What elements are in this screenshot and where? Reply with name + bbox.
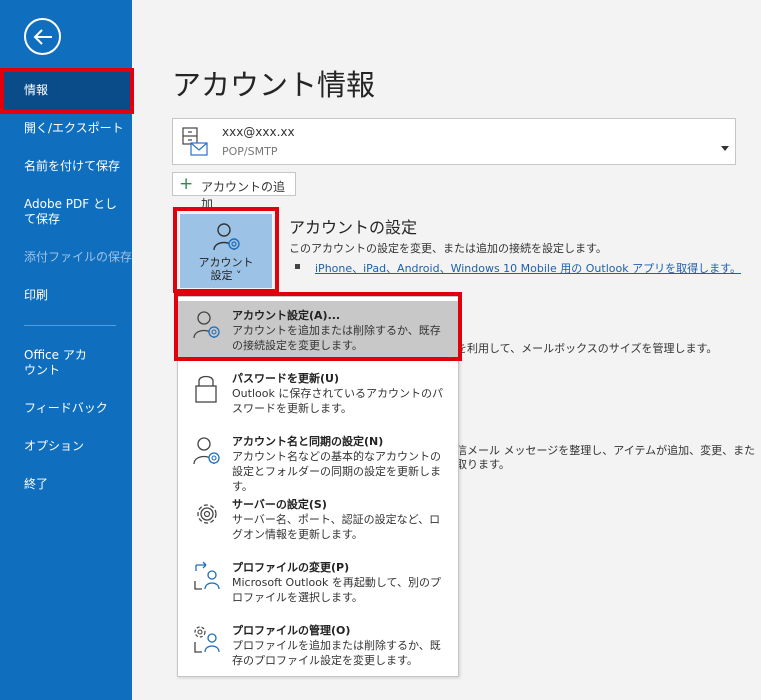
plus-icon: +: [179, 174, 194, 194]
nav-open-export[interactable]: 開く/エクスポート: [0, 121, 132, 136]
sidebar-divider: [24, 325, 116, 326]
menu-item-manage-profiles[interactable]: プロファイルの管理(O) プロファイルを追加または削除するか、既存のプロファイル…: [178, 616, 458, 676]
nav-exit[interactable]: 終了: [0, 477, 132, 492]
nav-office-account[interactable]: Office アカウント: [0, 348, 90, 378]
settings-tile-highlight: [173, 207, 279, 293]
menu-item-desc: サーバー名、ポート、認証の設定など、ログオン情報を更新します。: [232, 513, 441, 541]
add-account-button[interactable]: + アカウントの追加: [172, 172, 296, 211]
rules-text-2: 取ります。: [456, 458, 510, 471]
menu-item-desc: Microsoft Outlook を再起動して、別のプロファイルを選択します。: [232, 576, 442, 604]
account-selector[interactable]: xxx@xxx.xx POP/SMTP: [172, 118, 736, 165]
mail-account-icon: [181, 127, 209, 161]
menu-item-title: プロファイルの変更(P): [232, 561, 350, 574]
menu-item-change-profile[interactable]: プロファイルの変更(P) Microsoft Outlook を再起動して、別の…: [178, 553, 458, 613]
nav-save-attachments: 添付ファイルの保存: [24, 250, 133, 264]
section-title: アカウントの設定: [289, 218, 418, 237]
nav-adobe-pdf[interactable]: Adobe PDF として保存: [0, 197, 126, 227]
rules-text-1: 信メール メッセージを整理し、アイテムが追加、変更、また: [456, 444, 756, 457]
profile-manage-icon: [192, 624, 222, 660]
menu-item-server-settings[interactable]: サーバーの設定(S) サーバー名、ポート、認証の設定など、ログオン情報を更新しま…: [178, 490, 458, 550]
nav-save-as[interactable]: 名前を付けて保存: [0, 159, 132, 174]
profile-change-icon: [192, 561, 222, 597]
back-arrow-icon[interactable]: [24, 18, 61, 55]
page-title: アカウント情報: [172, 68, 376, 102]
menu-item-highlight: [174, 292, 462, 361]
menu-item-account-sync[interactable]: アカウント名と同期の設定(N) アカウント名などの基本的なアカウントの設定とフォ…: [178, 427, 458, 493]
menu-item-title: パスワードを更新(U): [232, 372, 339, 385]
account-email: xxx@xxx.xx: [222, 125, 295, 139]
dropdown-arrow-icon[interactable]: [721, 137, 729, 156]
mailbox-text: を利用して、メールボックスのサイズを管理します。: [456, 342, 718, 355]
account-type: POP/SMTP: [222, 145, 278, 158]
menu-item-title: サーバーの設定(S): [232, 498, 327, 511]
nav-print[interactable]: 印刷: [0, 288, 132, 303]
nav-feedback[interactable]: フィードバック: [0, 401, 132, 416]
nav-info-highlight: [0, 68, 134, 114]
bullet-icon: [295, 264, 300, 269]
menu-item-desc: Outlook に保存されているアカウントのパスワードを更新します。: [232, 387, 443, 415]
nav-options[interactable]: オプション: [0, 439, 132, 454]
gear-icon: [192, 498, 222, 534]
account-sync-icon: [192, 435, 222, 471]
menu-item-title: プロファイルの管理(O): [232, 624, 351, 637]
menu-item-desc: プロファイルを追加または削除するか、既存のプロファイル設定を変更します。: [232, 639, 441, 667]
menu-item-title: アカウント名と同期の設定(N): [232, 435, 384, 448]
lock-icon: [192, 372, 220, 408]
menu-item-desc: アカウント名などの基本的なアカウントの設定とフォルダーの同期の設定を更新します。: [232, 450, 441, 493]
menu-item-update-password[interactable]: パスワードを更新(U) Outlook に保存されているアカウントのパスワードを…: [178, 364, 458, 424]
section-description: このアカウントの設定を変更、または追加の接続を設定します。: [289, 242, 607, 255]
outlook-app-link[interactable]: iPhone、iPad、Android、Windows 10 Mobile 用の…: [315, 260, 741, 276]
